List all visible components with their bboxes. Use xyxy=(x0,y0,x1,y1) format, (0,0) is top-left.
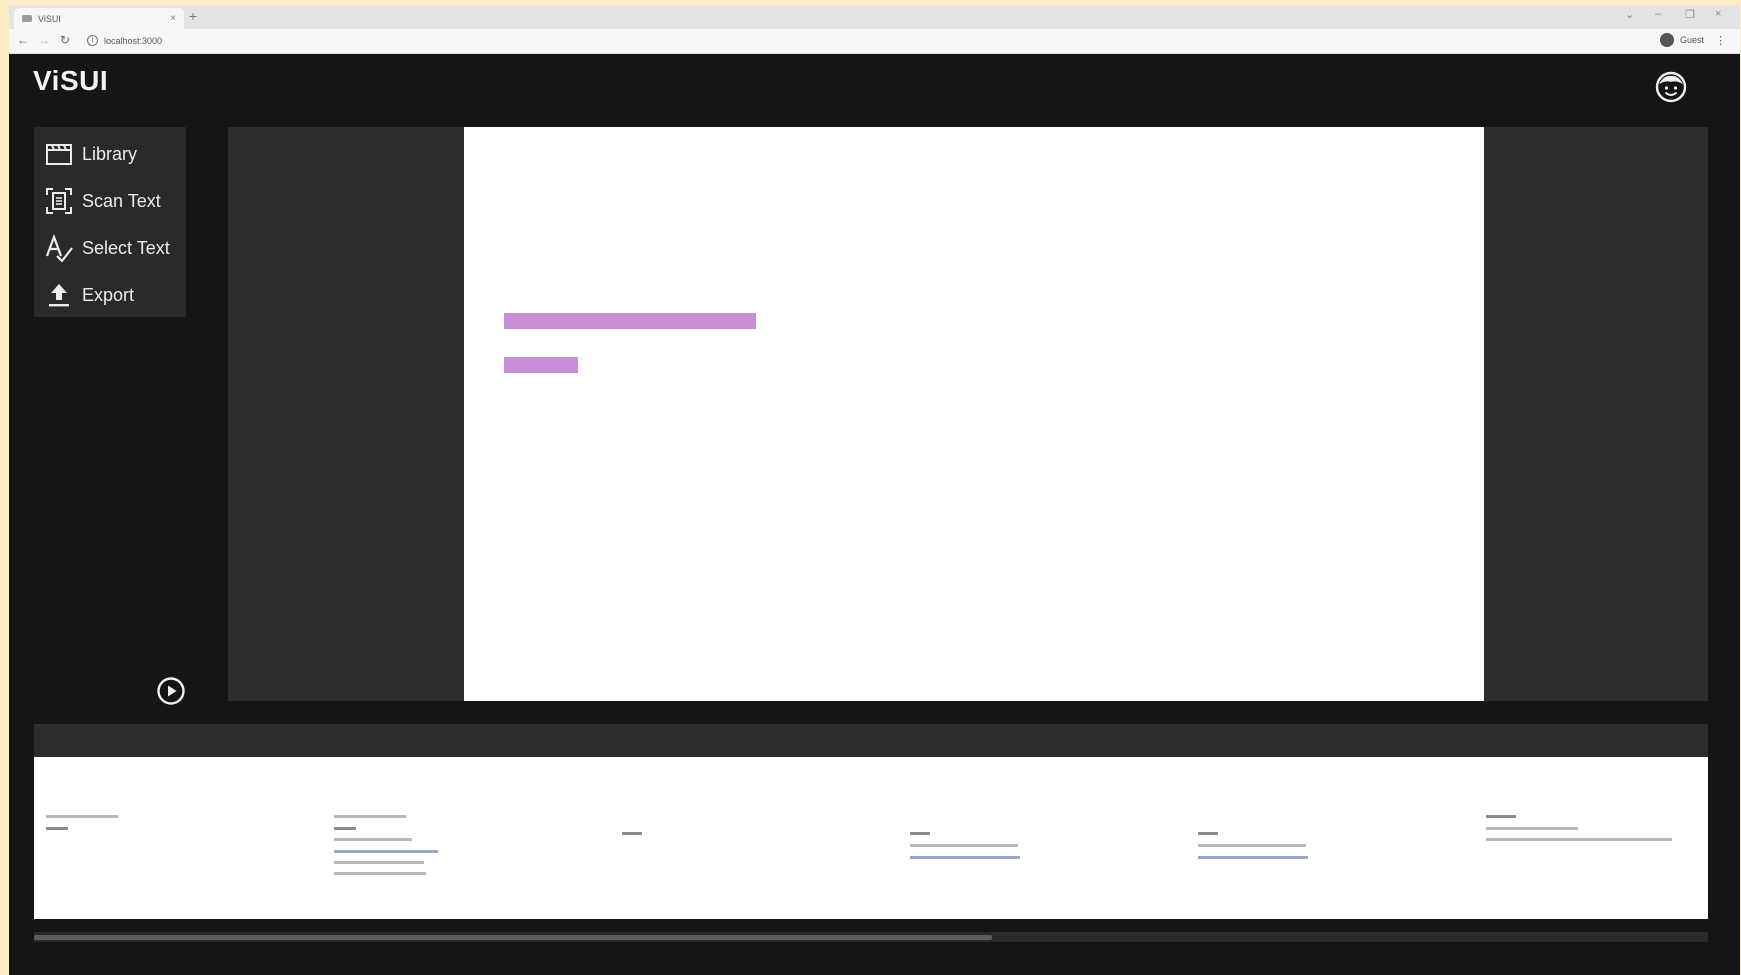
close-window-icon[interactable]: × xyxy=(1715,8,1721,20)
tab-title: ViSUI xyxy=(38,13,61,24)
slide-thumbnail[interactable] xyxy=(610,757,898,919)
play-circle-icon[interactable] xyxy=(156,676,186,706)
reload-icon[interactable]: ↻ xyxy=(60,33,70,47)
address-text: localhost:3000 xyxy=(104,35,163,46)
profile-label: Guest xyxy=(1679,35,1704,45)
info-icon[interactable]: i xyxy=(87,35,98,46)
tab-favicon-icon xyxy=(22,15,32,22)
sidebar-item-library[interactable]: Library xyxy=(34,134,186,174)
timeline-scrollbar[interactable] xyxy=(34,932,1708,942)
sidebar-menu: Library Scan Text Select Text Export xyxy=(34,127,186,317)
restore-icon[interactable]: ❐ xyxy=(1685,8,1695,21)
browser-toolbar: ← → ↻ i localhost:3000 Guest ⋮ xyxy=(9,29,1740,54)
slide-thumbnail[interactable] xyxy=(898,757,1186,919)
sidebar-item-label: Select Text xyxy=(82,237,170,258)
app-logo: ViSUI xyxy=(33,65,109,96)
slide-thumbnail[interactable] xyxy=(1474,757,1741,919)
sidebar-item-label: Scan Text xyxy=(82,190,161,211)
slide-thumbnail[interactable] xyxy=(1186,757,1474,919)
select-text-icon xyxy=(44,233,74,263)
slide-thumbnail[interactable] xyxy=(322,757,610,919)
slide-thumbnail-strip xyxy=(34,757,1708,919)
new-tab-button[interactable]: + xyxy=(189,8,197,24)
timeline-header xyxy=(34,724,1708,757)
export-upload-icon xyxy=(44,280,74,310)
sidebar-item-label: Export xyxy=(82,284,135,305)
forward-icon[interactable]: → xyxy=(38,33,50,47)
slide-thumbnail[interactable] xyxy=(34,757,322,919)
profile-avatar-icon xyxy=(1659,33,1674,47)
profile-button[interactable]: Guest xyxy=(1659,33,1704,47)
clapperboard-icon xyxy=(44,139,74,169)
text-highlight-block[interactable] xyxy=(504,313,756,329)
browser-menu-icon[interactable]: ⋮ xyxy=(1715,34,1726,47)
browser-tab[interactable]: ViSUI × xyxy=(14,8,184,29)
slide-stage xyxy=(228,127,1708,701)
tab-close-icon[interactable]: × xyxy=(170,13,176,24)
minimize-icon[interactable]: – xyxy=(1655,8,1661,20)
text-highlight-block[interactable] xyxy=(504,357,578,373)
scan-document-icon xyxy=(44,186,74,216)
sidebar-item-label: Library xyxy=(82,143,138,164)
sidebar-item-export[interactable]: Export xyxy=(34,275,186,315)
browser-tab-strip: ViSUI × + ⌄ – ❐ × xyxy=(9,5,1740,29)
chevron-down-icon[interactable]: ⌄ xyxy=(1625,8,1634,21)
scrollbar-thumb[interactable] xyxy=(34,935,992,940)
back-icon[interactable]: ← xyxy=(17,33,29,47)
slide-canvas[interactable] xyxy=(464,127,1484,701)
face-icon[interactable] xyxy=(1654,70,1688,104)
address-bar[interactable]: i localhost:3000 xyxy=(87,35,162,46)
sidebar-item-scan-text[interactable]: Scan Text xyxy=(34,181,186,221)
sidebar-item-select-text[interactable]: Select Text xyxy=(34,228,186,268)
